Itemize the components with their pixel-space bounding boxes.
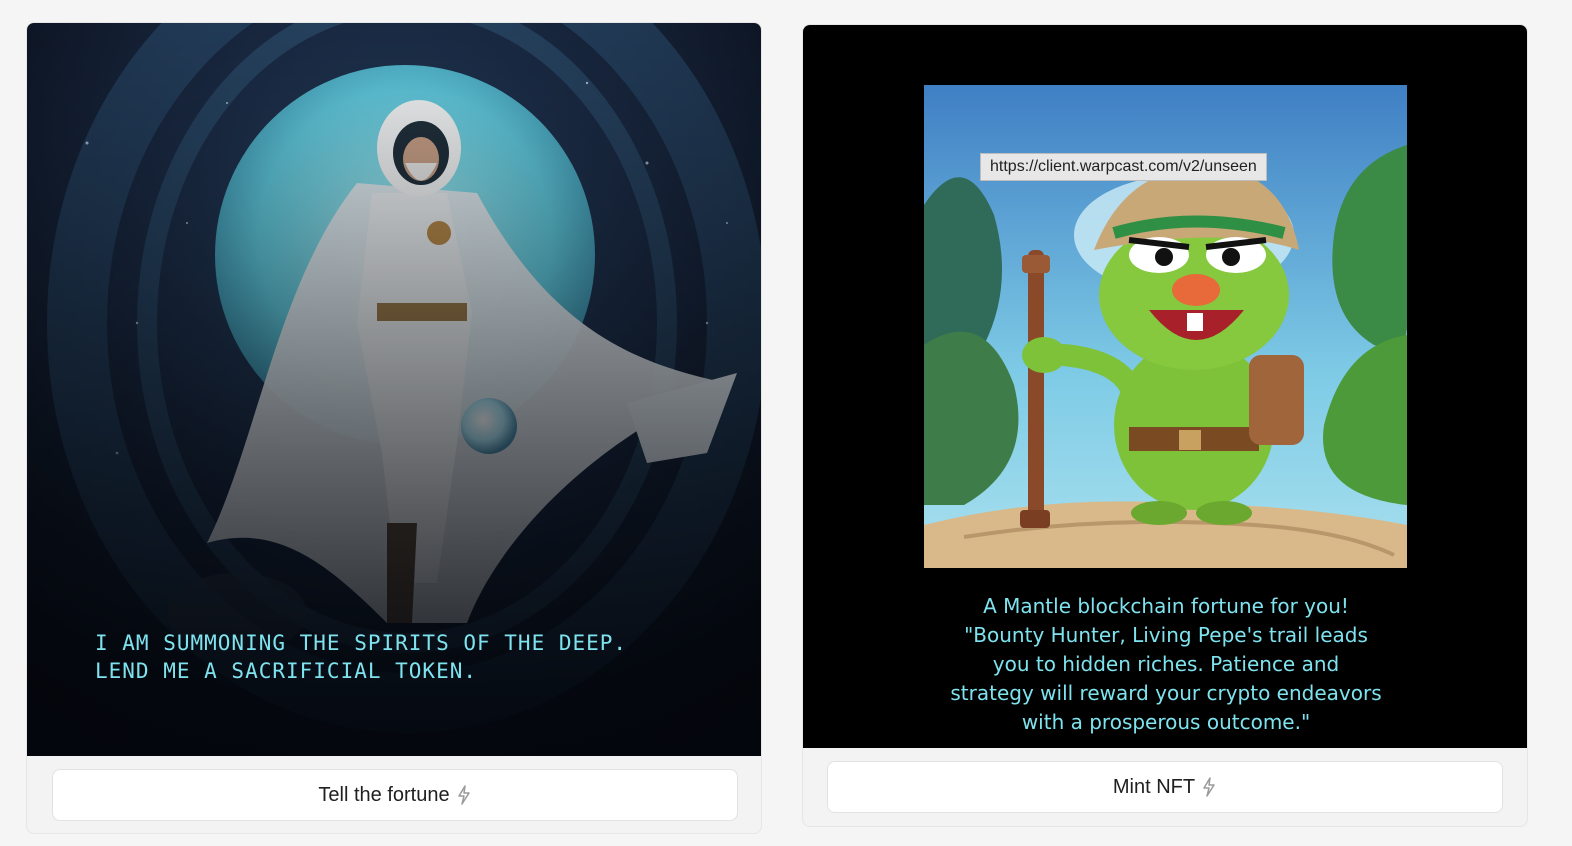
oracle-message: I AM SUMMONING THE SPIRITS OF THE DEEP. …: [95, 629, 627, 685]
fortune-line-4: strategy will reward your crypto endeavo…: [950, 681, 1382, 705]
fortune-message: A Mantle blockchain fortune for you! "Bo…: [883, 592, 1449, 737]
link-url-tooltip: https://client.warpcast.com/v2/unseen: [980, 153, 1267, 181]
frame-image-fortune-result[interactable]: https://client.warpcast.com/v2/unseen A …: [803, 25, 1527, 748]
fortune-line-2: "Bounty Hunter, Living Pepe's trail lead…: [964, 623, 1368, 647]
oracle-line-2: LEND ME A SACRIFICIAL TOKEN.: [95, 659, 478, 683]
mint-nft-button[interactable]: Mint NFT: [827, 761, 1503, 813]
frame-image-astronaut-oracle[interactable]: I AM SUMMONING THE SPIRITS OF THE DEEP. …: [27, 23, 761, 756]
bolt-icon: [1201, 777, 1217, 797]
fortune-line-5: with a prosperous outcome.": [1021, 710, 1311, 734]
tell-fortune-button[interactable]: Tell the fortune: [52, 769, 738, 821]
tell-fortune-label: Tell the fortune: [318, 783, 450, 806]
mint-nft-label: Mint NFT: [1112, 775, 1196, 798]
fortune-line-3: you to hidden riches. Patience and: [992, 652, 1340, 676]
frame-card-mantle-fortune: https://client.warpcast.com/v2/unseen A …: [802, 24, 1528, 827]
fortune-line-1: A Mantle blockchain fortune for you!: [983, 594, 1349, 618]
bolt-icon: [456, 785, 472, 805]
frame-card-oracle: I AM SUMMONING THE SPIRITS OF THE DEEP. …: [26, 22, 762, 834]
oracle-line-1: I AM SUMMONING THE SPIRITS OF THE DEEP.: [95, 631, 628, 655]
